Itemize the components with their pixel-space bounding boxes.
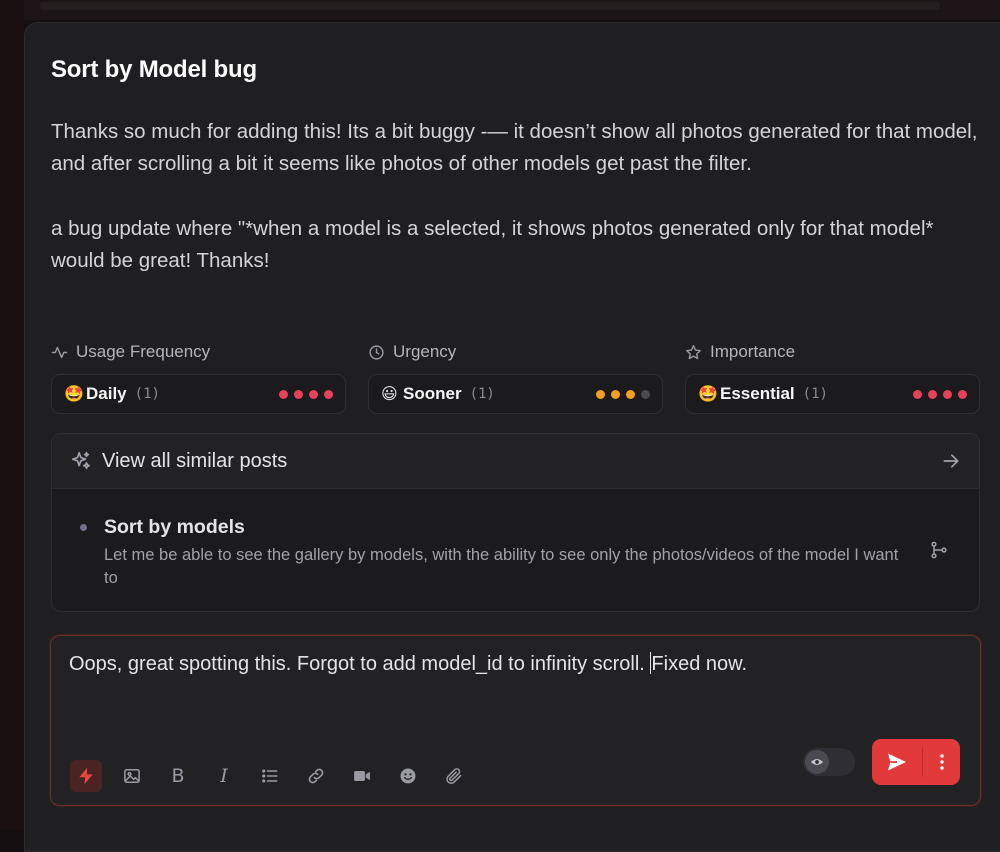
more-options-button[interactable] xyxy=(923,739,960,785)
send-button[interactable] xyxy=(872,739,922,785)
metric-value: Essential xyxy=(720,384,795,403)
post-description: Thanks so much for adding this! Its a bi… xyxy=(51,116,986,277)
bolt-icon[interactable] xyxy=(70,760,102,792)
similar-post-item[interactable]: Sort by models Let me be able to see the… xyxy=(52,488,979,612)
background-page-header xyxy=(0,0,1000,20)
metric-count: (1) xyxy=(134,386,160,402)
view-similar-posts-button[interactable]: View all similar posts xyxy=(52,434,979,489)
background-text xyxy=(40,2,940,10)
send-button-group xyxy=(872,739,960,785)
level-dot-empty xyxy=(641,389,650,399)
description-paragraph: Thanks so much for adding this! Its a bi… xyxy=(51,120,978,175)
level-dot-filled xyxy=(279,389,288,399)
metric-importance: Importance 🤩 Essential (1) xyxy=(685,340,980,414)
metric-label: Importance xyxy=(710,342,796,361)
star-struck-emoji: 🤩 xyxy=(64,386,84,403)
similar-post-title: Sort by models xyxy=(104,516,245,538)
reply-text: Oops, great spotting this. Forgot to add… xyxy=(69,653,651,675)
level-dots xyxy=(596,389,650,399)
reply-input[interactable]: Oops, great spotting this. Forgot to add… xyxy=(69,652,747,676)
reply-text: Fixed now. xyxy=(651,653,748,675)
merge-branch-icon[interactable] xyxy=(929,540,949,560)
visibility-toggle[interactable] xyxy=(803,748,855,776)
metric-value-box[interactable]: 😃 Sooner (1) xyxy=(368,374,663,414)
metric-count: (1) xyxy=(802,386,828,402)
level-dot-filled xyxy=(611,389,620,399)
bold-icon[interactable]: B xyxy=(162,760,194,792)
metric-value-box[interactable]: 🤩 Daily (1) xyxy=(51,374,346,414)
reply-composer[interactable]: Oops, great spotting this. Forgot to add… xyxy=(50,635,981,806)
send-icon xyxy=(888,753,906,771)
level-dot-filled xyxy=(958,389,967,399)
level-dot-filled xyxy=(943,389,952,399)
italic-icon[interactable]: I xyxy=(208,760,240,792)
star-struck-emoji: 🤩 xyxy=(698,386,718,403)
clock-icon xyxy=(369,344,384,360)
post-title: Sort by Model bug xyxy=(51,56,257,83)
link-icon[interactable] xyxy=(300,760,332,792)
metric-value: Sooner xyxy=(403,384,462,403)
smiley-emoji: 😃 xyxy=(381,386,398,403)
metric-value-box[interactable]: 🤩 Essential (1) xyxy=(685,374,980,414)
eye-icon xyxy=(805,750,829,774)
similar-posts-label: View all similar posts xyxy=(102,449,288,472)
level-dots xyxy=(913,389,967,399)
metric-value: Daily xyxy=(86,384,127,403)
attachment-icon[interactable] xyxy=(438,760,470,792)
video-icon[interactable] xyxy=(346,760,378,792)
metric-label: Urgency xyxy=(393,342,457,361)
bullet-dot xyxy=(80,524,87,531)
similar-post-body: Let me be able to see the gallery by mod… xyxy=(104,546,899,587)
arrow-right-icon xyxy=(943,454,959,468)
formatting-toolbar: B I xyxy=(70,760,484,792)
level-dot-filled xyxy=(324,389,333,399)
level-dots xyxy=(279,389,333,399)
level-dot-filled xyxy=(294,389,303,399)
list-icon[interactable] xyxy=(254,760,286,792)
sparkles-icon xyxy=(71,451,91,470)
level-dot-filled xyxy=(913,389,922,399)
more-vertical-icon xyxy=(939,754,944,770)
image-icon[interactable] xyxy=(116,760,148,792)
emoji-icon[interactable] xyxy=(392,760,424,792)
activity-icon xyxy=(51,346,68,358)
level-dot-filled xyxy=(596,389,605,399)
background-sidebar xyxy=(0,0,24,830)
metric-label: Usage Frequency xyxy=(76,342,211,361)
similar-posts-panel: View all similar posts Sort by models Le… xyxy=(51,433,980,612)
metric-urgency: Urgency 😃 Sooner (1) xyxy=(368,340,663,414)
description-paragraph: a bug update where "*when a model is a s… xyxy=(51,217,934,272)
star-icon xyxy=(686,344,701,359)
level-dot-filled xyxy=(928,389,937,399)
level-dot-filled xyxy=(309,389,318,399)
level-dot-filled xyxy=(626,389,635,399)
metric-count: (1) xyxy=(469,386,495,402)
metric-usage-frequency: Usage Frequency 🤩 Daily (1) xyxy=(51,340,346,414)
